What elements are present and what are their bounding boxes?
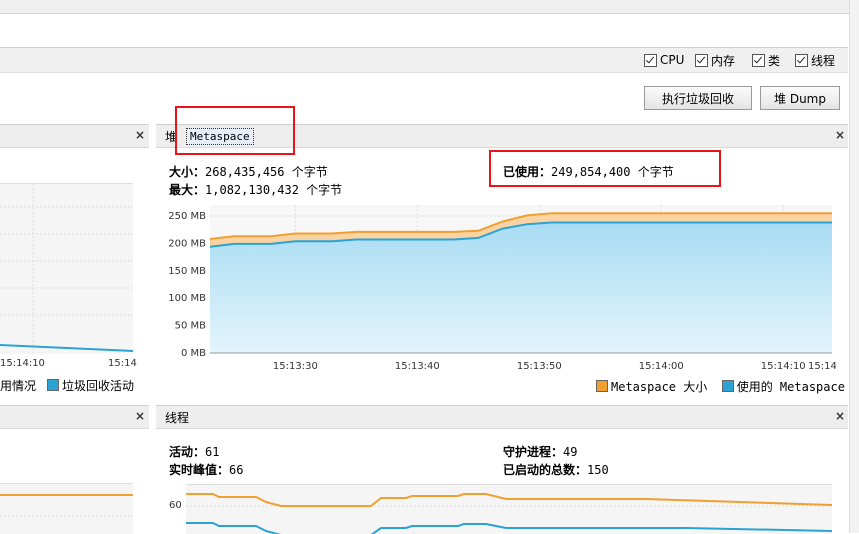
peak-label: 实时峰值： <box>169 463 230 477</box>
left-legend-gc-label: 垃圾回收活动 <box>62 379 135 393</box>
threads-panel-title: 线程 <box>165 411 190 425</box>
memory-checkbox[interactable]: 内存 <box>695 53 736 68</box>
metaspace-panel-close-icon[interactable]: × <box>835 128 845 142</box>
y-tick-label: 250 MB <box>168 211 206 222</box>
threads-daemon-row: 守护进程：49 <box>503 443 577 460</box>
y-tick-label: 100 MB <box>168 293 206 304</box>
vertical-scrollbar[interactable] <box>849 0 859 533</box>
heap-dump-button[interactable]: 堆 Dump <box>760 86 840 110</box>
metaspace-size-row: 大小：268,435,456 个字节 <box>169 163 328 180</box>
classes-checkbox[interactable]: 类 <box>752 53 781 68</box>
threads-peak-row: 实时峰值：66 <box>169 461 243 478</box>
started-value: 150 <box>587 463 609 477</box>
legend-used-label: 使用的 Metaspace <box>736 380 845 394</box>
monitor-toolbar: CPU 内存 类 线程 <box>0 47 848 73</box>
left-bottom-panel-header <box>0 405 149 429</box>
size-unit: 个字节 <box>291 165 328 179</box>
checkbox-icon <box>644 53 657 67</box>
top-strip <box>0 0 859 14</box>
threads-checkbox-label: 线程 <box>811 53 836 68</box>
size-label: 大小： <box>169 165 206 179</box>
left-top-chart <box>0 183 133 354</box>
highlight-box-tab <box>175 106 295 155</box>
threads-y-tick: 60 <box>169 500 182 511</box>
left-top-panel-close-icon[interactable]: × <box>135 128 145 142</box>
threads-checkbox[interactable]: 线程 <box>795 53 836 68</box>
left-legend-gc: 垃圾回收活动 <box>47 377 134 394</box>
x-tick-label: 15:13:40 <box>395 361 440 372</box>
legend-swatch-icon <box>47 379 59 391</box>
legend-size-label: Metaspace 大小 <box>611 380 708 394</box>
y-tick-label: 150 MB <box>168 266 206 277</box>
threads-started-row: 已启动的总数：150 <box>503 461 609 478</box>
left-x-tick-right: 15:14 <box>108 358 137 369</box>
x-tick-label: 15:13:30 <box>273 361 318 372</box>
size-value: 268,435,456 <box>205 165 285 179</box>
started-label: 已启动的总数： <box>503 463 588 477</box>
memory-checkbox-label: 内存 <box>711 53 736 68</box>
max-value: 1,082,130,432 <box>205 183 299 197</box>
checkbox-icon <box>695 53 708 67</box>
x-tick-label: 15:14:00 <box>639 361 684 372</box>
peak-value: 66 <box>229 463 244 477</box>
threads-chart <box>186 484 832 534</box>
left-top-panel-header <box>0 124 149 148</box>
x-tick-label: 15:13:50 <box>517 361 562 372</box>
y-tick-label: 200 MB <box>168 238 206 249</box>
left-bottom-panel-close-icon[interactable]: × <box>135 409 145 423</box>
cpu-checkbox[interactable]: CPU <box>644 53 684 67</box>
left-x-tick: 15:14:10 <box>0 358 45 369</box>
left-legend-usage: 用情况 <box>0 379 37 393</box>
legend-swatch-icon <box>596 380 608 392</box>
metaspace-chart: 0 MB 50 MB 100 MB 150 MB 200 MB 250 MB 15:13:3… <box>168 205 836 372</box>
threads-panel-close-icon[interactable]: × <box>835 409 845 423</box>
threads-active-row: 活动：61 <box>169 443 219 460</box>
left-bottom-chart <box>0 483 133 534</box>
perform-gc-button[interactable]: 执行垃圾回收 <box>644 86 752 110</box>
daemon-label: 守护进程： <box>503 445 564 459</box>
threads-panel-header <box>156 405 848 429</box>
x-tick-label: 15:14 <box>808 361 836 372</box>
active-value: 61 <box>205 445 220 459</box>
legend-swatch-icon <box>721 380 734 392</box>
max-unit: 个字节 <box>306 183 343 197</box>
metaspace-legend: Metaspace 大小 使用的 Metaspace <box>596 378 845 395</box>
checkbox-icon <box>752 53 765 67</box>
max-label: 最大： <box>169 183 206 197</box>
checkbox-icon <box>795 53 808 67</box>
active-label: 活动： <box>169 445 206 459</box>
daemon-value: 49 <box>563 445 578 459</box>
classes-checkbox-label: 类 <box>768 53 781 68</box>
y-tick-label: 0 MB <box>181 348 206 359</box>
metaspace-max-row: 最大：1,082,130,432 个字节 <box>169 181 342 198</box>
highlight-box-used <box>489 150 721 187</box>
cpu-checkbox-label: CPU <box>660 53 685 67</box>
x-tick-label: 15:14:10 <box>761 361 806 372</box>
y-tick-label: 50 MB <box>175 321 207 332</box>
